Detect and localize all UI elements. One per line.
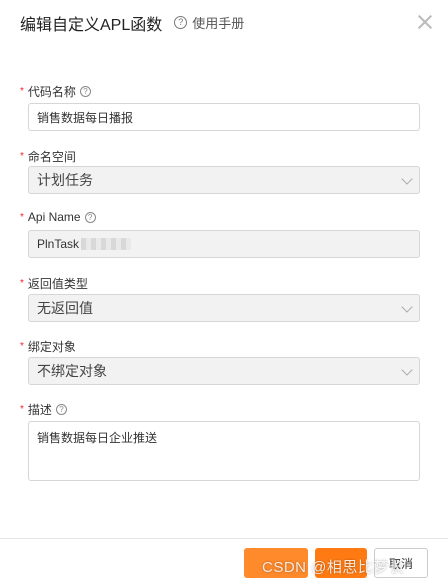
required-marker: * xyxy=(20,151,24,162)
code-name-label: * 代码名称 ? xyxy=(20,83,91,100)
namespace-label: * 命名空间 xyxy=(20,148,76,165)
namespace-select[interactable]: 计划任务 xyxy=(28,166,420,194)
namespace-value: 计划任务 xyxy=(37,172,93,188)
return-type-value: 无返回值 xyxy=(37,300,93,316)
question-icon[interactable]: ? xyxy=(84,211,96,223)
bind-object-label: * 绑定对象 xyxy=(20,338,76,355)
return-type-select[interactable]: 无返回值 xyxy=(28,294,420,322)
return-type-label: * 返回值类型 xyxy=(20,275,88,292)
dialog-header: 编辑自定义APL函数 ? 使用手册 xyxy=(0,0,448,45)
description-label: * 描述 ? xyxy=(20,401,67,418)
chevron-down-icon xyxy=(401,364,413,376)
close-icon[interactable] xyxy=(416,13,434,31)
chevron-down-icon xyxy=(401,173,413,185)
api-name-value: PlnTask xyxy=(37,237,80,251)
code-name-label-text: 代码名称 xyxy=(27,85,76,99)
help-link[interactable]: ? 使用手册 xyxy=(174,13,244,32)
required-marker: * xyxy=(20,404,24,415)
required-marker: * xyxy=(20,211,24,223)
redacted-text xyxy=(81,238,132,250)
required-marker: * xyxy=(20,278,24,289)
return-type-label-text: 返回值类型 xyxy=(27,277,88,291)
chevron-down-icon xyxy=(401,301,413,313)
required-marker: * xyxy=(20,341,24,352)
code-name-value: 销售数据每日播报 xyxy=(37,110,134,125)
question-icon[interactable]: ? xyxy=(55,404,67,415)
api-name-input: PlnTask xyxy=(28,230,420,258)
dialog-title: 编辑自定义APL函数 xyxy=(20,16,163,34)
description-label-text: 描述 xyxy=(27,403,52,417)
required-marker: * xyxy=(20,86,24,97)
bind-object-select[interactable]: 不绑定对象 xyxy=(28,357,420,385)
watermark: CSDN @相思比梦长 xyxy=(262,559,405,576)
description-value: 销售数据每日企业推送 xyxy=(37,431,158,445)
code-name-input[interactable]: 销售数据每日播报 xyxy=(28,103,420,131)
bind-object-value: 不绑定对象 xyxy=(37,363,107,379)
description-textarea[interactable]: 销售数据每日企业推送 xyxy=(28,421,420,481)
api-name-label-text: Api Name xyxy=(27,210,81,224)
question-icon[interactable]: ? xyxy=(79,86,91,97)
help-circle-icon: ? xyxy=(174,16,188,29)
namespace-label-text: 命名空间 xyxy=(27,150,76,164)
api-name-label: * Api Name ? xyxy=(20,210,96,224)
help-link-label: 使用手册 xyxy=(192,16,245,31)
bind-object-label-text: 绑定对象 xyxy=(27,340,76,354)
